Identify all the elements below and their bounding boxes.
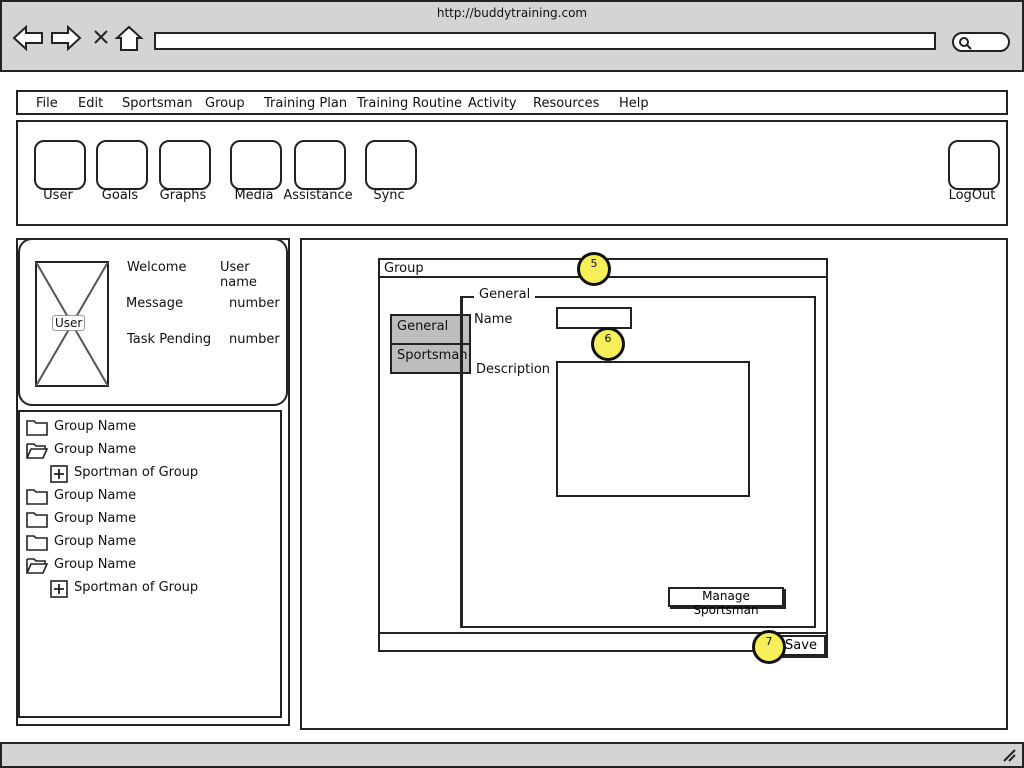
graphs-button[interactable] — [159, 140, 211, 190]
description-input[interactable] — [556, 361, 750, 497]
back-arrow-icon[interactable] — [12, 24, 44, 52]
user-button-label: User — [43, 188, 73, 203]
user-card: User Welcome User name Message number Ta… — [18, 238, 288, 406]
folder-icon — [26, 535, 48, 551]
close-icon[interactable] — [92, 28, 110, 46]
forward-arrow-icon[interactable] — [50, 24, 82, 52]
status-bar — [0, 742, 1024, 768]
avatar-label: User — [52, 315, 86, 331]
group-tree: Group Name Group Name Sportman of Group … — [18, 410, 282, 718]
goals-button[interactable] — [96, 140, 148, 190]
sync-button[interactable] — [365, 140, 417, 190]
plus-box-icon — [50, 580, 68, 598]
search-icon — [959, 37, 972, 50]
menu-resources[interactable]: Resources — [533, 96, 599, 111]
url-text: http://buddytraining.com — [436, 6, 588, 20]
tree-item-label: Group Name — [54, 419, 137, 434]
description-label: Description — [476, 362, 551, 377]
welcome-value: User name — [220, 260, 257, 290]
tree-item-label: Group Name — [54, 511, 137, 526]
logout-button[interactable] — [948, 140, 1000, 190]
tree-item-label: Group Name — [54, 488, 137, 503]
tree-item-label: Group Name — [54, 557, 137, 572]
welcome-label: Welcome — [127, 260, 187, 275]
name-input[interactable] — [556, 307, 632, 329]
message-label: Message — [126, 296, 183, 311]
tree-item-label: Group Name — [54, 534, 137, 549]
menu-bar: File Edit Sportsman Group Training Plan … — [16, 90, 1008, 115]
folder-open-icon — [26, 443, 48, 459]
folder-open-icon — [26, 558, 48, 574]
tree-item-label: Sportman of Group — [74, 465, 199, 480]
menu-training-plan[interactable]: Training Plan — [264, 96, 347, 111]
goals-button-label: Goals — [101, 188, 139, 203]
annotation-marker-6: 6 — [591, 327, 625, 361]
menu-training-routine[interactable]: Training Routine — [357, 96, 462, 111]
tree-item-label: Sportman of Group — [74, 580, 199, 595]
address-bar[interactable] — [154, 32, 936, 50]
tree-item-label: Group Name — [54, 442, 137, 457]
annotation-marker-5: 5 — [577, 252, 611, 286]
sync-button-label: Sync — [373, 188, 405, 203]
name-label: Name — [474, 312, 513, 327]
menu-sportsman[interactable]: Sportsman — [122, 96, 193, 111]
folder-icon — [26, 420, 48, 436]
user-button[interactable] — [34, 140, 86, 190]
folder-icon — [26, 512, 48, 528]
menu-activity[interactable]: Activity — [468, 96, 517, 111]
media-button[interactable] — [230, 140, 282, 190]
plus-box-icon — [50, 465, 68, 483]
task-pending-label: Task Pending — [127, 332, 212, 347]
task-pending-value: number — [229, 332, 280, 347]
resize-grip-icon[interactable] — [1002, 748, 1016, 762]
menu-group[interactable]: Group — [205, 96, 245, 111]
tab-sportsman[interactable]: Sportsman — [390, 343, 471, 374]
media-button-label: Media — [234, 188, 274, 203]
assistance-button[interactable] — [294, 140, 346, 190]
annotation-marker-7: 7 — [752, 630, 786, 664]
folder-icon — [26, 489, 48, 505]
message-value: number — [229, 296, 280, 311]
menu-help[interactable]: Help — [619, 96, 649, 111]
search-field[interactable] — [952, 32, 1010, 52]
logout-button-label: LogOut — [948, 188, 996, 203]
menu-file[interactable]: File — [36, 96, 58, 111]
home-icon[interactable] — [114, 24, 144, 52]
general-legend: General — [474, 287, 536, 302]
menu-edit[interactable]: Edit — [78, 96, 103, 111]
tab-general[interactable]: General — [390, 314, 471, 345]
assistance-button-label: Assistance — [283, 188, 353, 203]
graphs-button-label: Graphs — [159, 188, 207, 203]
dialog-title: Group — [384, 261, 424, 276]
manage-sportsman-button[interactable]: Manage Sportsman — [668, 587, 784, 617]
toolbar: User Goals Graphs Media Assistance Sync … — [16, 120, 1008, 226]
